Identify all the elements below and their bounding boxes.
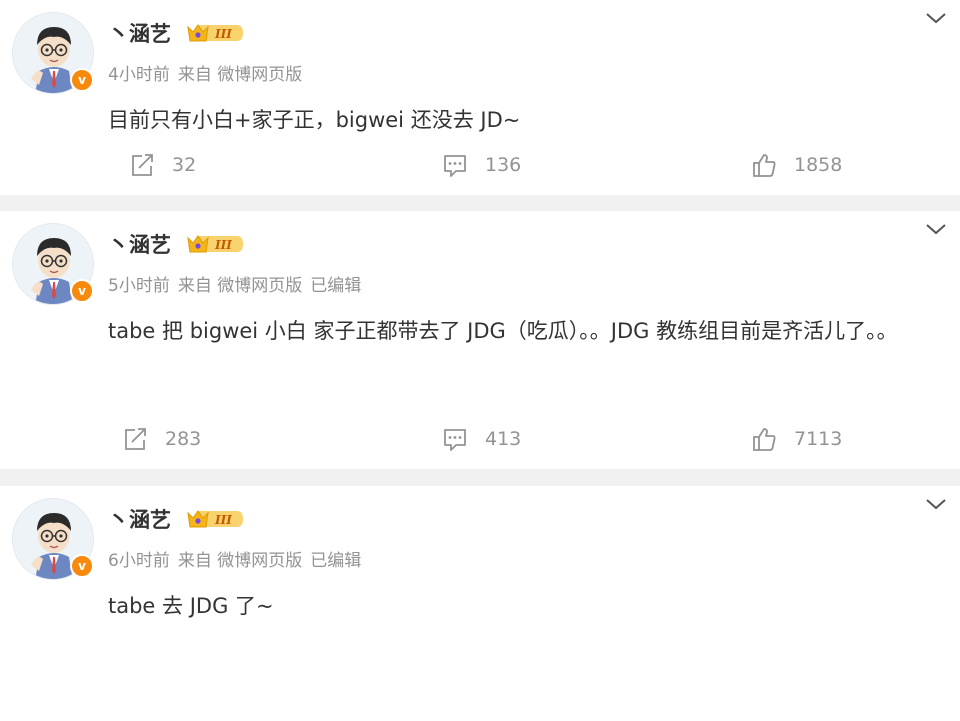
repost-icon — [132, 154, 153, 176]
post-card: v 丶涵艺 III 6小时前 来自 微博网页版 已编辑 tabe 去 JDG 了~ — [0, 486, 960, 721]
like-button[interactable]: 1858 — [750, 145, 842, 185]
comment-count: 136 — [485, 154, 522, 176]
like-button[interactable]: 7113 — [750, 419, 842, 459]
comment-icon — [444, 155, 466, 177]
level-crown-icon: III — [187, 510, 243, 528]
like-count: 7113 — [794, 428, 843, 450]
repost-count: 283 — [165, 428, 202, 450]
post-content: tabe 去 JDG 了~ — [108, 594, 274, 618]
post-content: tabe 把 bigwei 小白 家子正都带去了 JDG（吃瓜）。。JDG 教练… — [108, 319, 898, 343]
like-icon — [753, 154, 776, 177]
level-text: III — [214, 513, 232, 527]
level-text: III — [214, 238, 232, 252]
repost-icon — [125, 428, 146, 450]
verified-icon: v — [70, 279, 94, 303]
post-content: 目前只有小白+家子正，bigwei 还没去 JD~ — [108, 108, 521, 132]
post-time[interactable]: 6小时前 — [108, 551, 170, 571]
level-badge[interactable]: III — [185, 507, 245, 531]
chevron-down-icon[interactable] — [924, 494, 948, 514]
level-crown-icon: III — [187, 235, 243, 253]
level-badge[interactable]: III — [185, 21, 245, 45]
post-meta: 5小时前 来自 微博网页版 已编辑 — [108, 271, 361, 296]
like-count: 1858 — [794, 154, 843, 176]
repost-count: 32 — [172, 154, 197, 176]
level-crown-icon: III — [187, 24, 243, 42]
comment-count: 413 — [485, 428, 522, 450]
like-icon — [753, 428, 776, 451]
verified-icon: v — [70, 554, 94, 578]
username[interactable]: 丶涵艺 — [108, 504, 171, 534]
post-card: v 丶涵艺 III 5小时前 来自 微博网页版 已编辑 tabe 把 bigwei … — [0, 211, 960, 469]
verified-icon: v — [70, 68, 94, 92]
username[interactable]: 丶涵艺 — [108, 18, 171, 48]
post-source: 来自 微博网页版 — [177, 65, 303, 85]
weibo-feed: v 丶涵艺 III 4小时前 来自 微博网页版 目前只有小白+家子正，bigwei… — [0, 0, 960, 721]
comment-icon — [444, 429, 466, 451]
repost-button[interactable]: 32 — [128, 145, 196, 185]
level-badge[interactable]: III — [185, 232, 245, 256]
username[interactable]: 丶涵艺 — [108, 229, 171, 259]
level-text: III — [214, 27, 232, 41]
edited-label[interactable]: 已编辑 — [310, 551, 361, 571]
post-actions: 32 136 1858 — [0, 145, 960, 185]
comment-button[interactable]: 136 — [441, 145, 521, 185]
post-actions: 283 413 7113 — [0, 419, 960, 459]
comment-button[interactable]: 413 — [441, 419, 521, 459]
post-time[interactable]: 5小时前 — [108, 276, 170, 296]
edited-label[interactable]: 已编辑 — [310, 276, 361, 296]
post-time[interactable]: 4小时前 — [108, 65, 170, 85]
post-meta: 4小时前 来自 微博网页版 — [108, 60, 302, 85]
chevron-down-icon[interactable] — [924, 219, 948, 239]
post-meta: 6小时前 来自 微博网页版 已编辑 — [108, 546, 361, 571]
post-card: v 丶涵艺 III 4小时前 来自 微博网页版 目前只有小白+家子正，bigwei… — [0, 0, 960, 195]
chevron-down-icon[interactable] — [924, 8, 948, 28]
post-source: 来自 微博网页版 — [177, 551, 303, 571]
post-source: 来自 微博网页版 — [177, 276, 303, 296]
repost-button[interactable]: 283 — [121, 419, 201, 459]
